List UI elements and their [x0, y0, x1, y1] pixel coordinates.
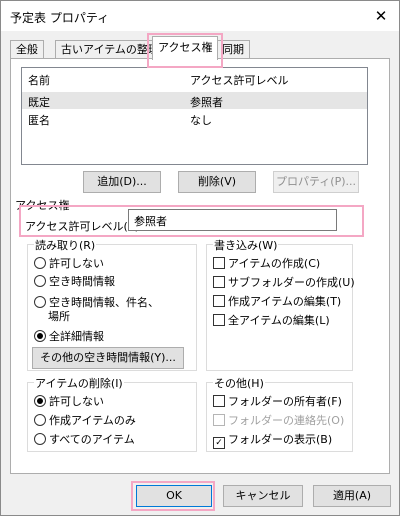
write-create-subfolders[interactable]: サブフォルダーの作成(U) [213, 274, 355, 290]
column-header-level: アクセス許可レベル [190, 74, 289, 87]
delete-group-label: アイテムの削除(I) [34, 375, 124, 391]
row-level: 参照者 [190, 96, 223, 109]
radio-icon [34, 296, 46, 308]
radio-selected-icon [34, 395, 46, 407]
read-option-freebusy[interactable]: 空き時間情報 [34, 273, 115, 289]
radio-selected-icon [34, 330, 46, 342]
other-folder-visible[interactable]: ✓ フォルダーの表示(B) [213, 431, 332, 449]
read-option-location: 場所 [48, 310, 70, 323]
read-option-full[interactable]: 全詳細情報 [34, 328, 104, 344]
list-row[interactable]: 匿名 なし [22, 110, 367, 127]
column-header-name: 名前 [28, 74, 50, 87]
window-title: 予定表 プロパティ [10, 11, 110, 25]
checkbox-icon [213, 257, 225, 269]
read-option-none[interactable]: 許可しない [34, 255, 104, 271]
list-row[interactable]: 既定 参照者 [22, 92, 367, 109]
read-group-label: 読み取り(R) [34, 237, 97, 253]
checkbox-icon [213, 295, 225, 307]
permissions-list[interactable]: 名前 アクセス許可レベル 既定 参照者 匿名 なし [21, 67, 368, 165]
radio-icon [34, 414, 46, 426]
write-create-items[interactable]: アイテムの作成(C) [213, 255, 320, 271]
write-group-label: 書き込み(W) [213, 237, 279, 253]
add-button[interactable]: 追加(D)... [83, 171, 161, 193]
checkbox-icon [213, 414, 225, 426]
radio-icon [34, 257, 46, 269]
close-icon[interactable]: ✕ [363, 1, 399, 31]
apply-button[interactable]: 適用(A) [313, 485, 391, 507]
properties-button[interactable]: プロパティ(P)... [273, 171, 359, 193]
delete-option-own[interactable]: 作成アイテムのみ [34, 412, 136, 428]
radio-icon [34, 433, 46, 445]
properties-dialog: 予定表 プロパティ ✕ 全般 古いアイテムの整理 アクセス権 同期 名前 アクセ… [0, 0, 400, 516]
other-freebusy-button[interactable]: その他の空き時間情報(Y)... [32, 347, 184, 369]
delete-group: アイテムの削除(I) 許可しない 作成アイテムのみ すべてのアイテム [27, 375, 197, 452]
other-group-label: その他(H) [213, 375, 265, 391]
read-group: 読み取り(R) 許可しない 空き時間情報 空き時間情報、件名、 場所 全詳細情報… [27, 237, 197, 371]
other-folder-owner[interactable]: フォルダーの所有者(F) [213, 393, 342, 409]
highlight-ok [131, 481, 215, 511]
radio-icon [34, 275, 46, 287]
cancel-button[interactable]: キャンセル [223, 485, 303, 507]
delete-button[interactable]: 削除(V) [178, 171, 256, 193]
row-name: 匿名 [28, 114, 50, 127]
write-group: 書き込み(W) アイテムの作成(C) サブフォルダーの作成(U) 作成アイテムの… [206, 237, 355, 371]
write-edit-own[interactable]: 作成アイテムの編集(T) [213, 293, 341, 309]
other-group: その他(H) フォルダーの所有者(F) フォルダーの連絡先(O) ✓ フォルダーの… [206, 375, 353, 452]
checkbox-icon [213, 395, 225, 407]
delete-option-all[interactable]: すべてのアイテム [34, 431, 135, 447]
delete-option-none[interactable]: 許可しない [34, 393, 104, 409]
checkbox-icon [213, 314, 225, 326]
write-edit-all[interactable]: 全アイテムの編集(L) [213, 312, 330, 328]
highlight-tab [147, 33, 223, 68]
checkmark-icon: ✓ [213, 437, 225, 449]
row-name: 既定 [28, 96, 50, 109]
other-folder-contact[interactable]: フォルダーの連絡先(O) [213, 412, 344, 428]
tab-general[interactable]: 全般 [10, 40, 44, 58]
highlight-level [19, 205, 364, 237]
checkbox-icon [213, 276, 225, 288]
row-level: なし [190, 114, 212, 127]
title-bar: 予定表 プロパティ ✕ [1, 1, 399, 31]
